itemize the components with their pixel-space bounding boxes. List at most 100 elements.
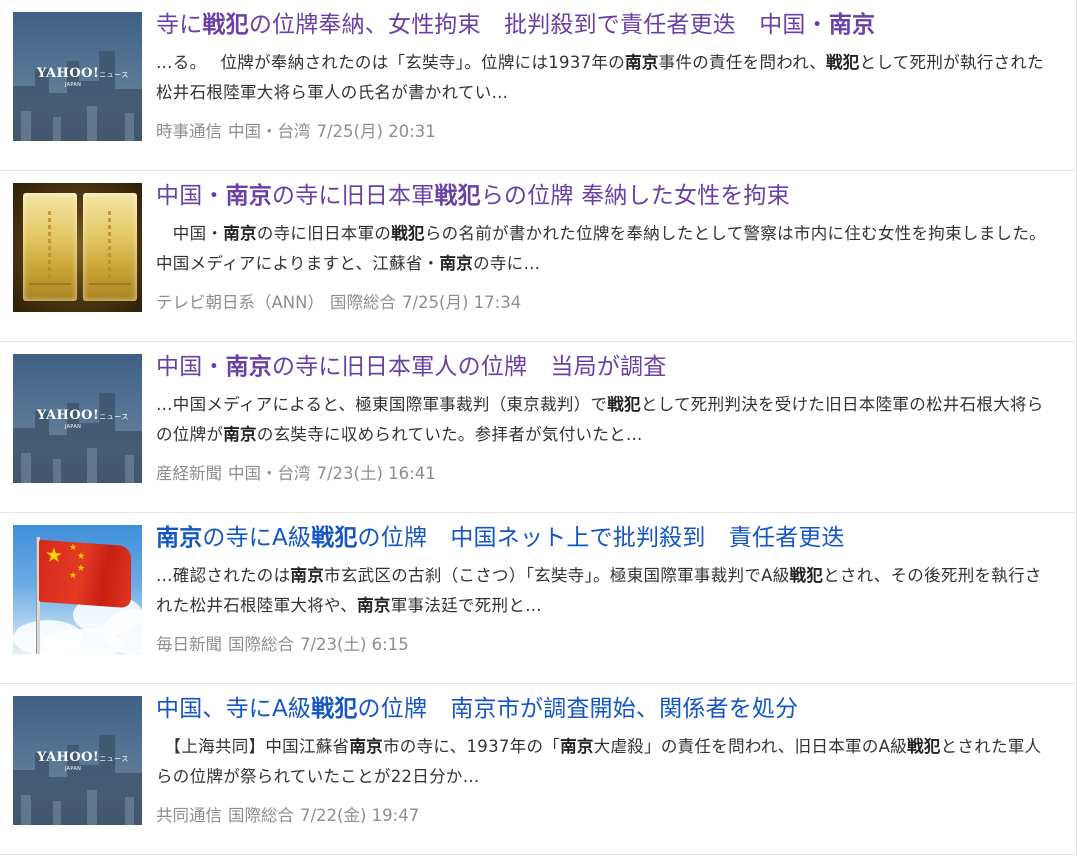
- flag-icon: ★ ★ ★ ★ ★: [39, 539, 131, 609]
- result-meta: テレビ朝日系（ANN） 国際総合 7/25(月) 17:34: [156, 291, 1056, 315]
- text-run: 市玄武区の古刹（こさつ）「玄奘寺」。極東国際軍事裁判でA級: [324, 566, 790, 585]
- memorial-tablet: [83, 193, 137, 301]
- text-run: の位牌 南京市が調査開始、関係者を処分: [357, 696, 799, 722]
- flag-star-icon: ★: [77, 551, 86, 563]
- memorial-tablets-photo: [13, 183, 142, 312]
- result-title-link[interactable]: 中国・南京の寺に旧日本軍戦犯らの位牌 奉納した女性を拘束: [156, 179, 1056, 215]
- result-meta: 共同通信 国際総合 7/22(金) 19:47: [156, 804, 1056, 828]
- flag-star-icon: ★: [69, 570, 78, 582]
- result-snippet: 【上海共同】中国江蘇省南京市の寺に、1937年の「南京大虐殺」の責任を問われ、旧…: [156, 732, 1056, 792]
- result-meta: 毎日新聞 国際総合 7/23(土) 6:15: [156, 633, 1056, 657]
- result-title-link[interactable]: 中国・南京の寺に旧日本軍人の位牌 当局が調査: [156, 350, 1056, 386]
- result-content: 中国、寺にA級戦犯の位牌 南京市が調査開始、関係者を処分 【上海共同】中国江蘇省…: [156, 692, 1056, 828]
- keyword-highlight: 南京: [223, 224, 257, 243]
- result-thumbnail[interactable]: [13, 183, 142, 312]
- chinese-flag-photo: ★ ★ ★ ★ ★: [13, 525, 142, 654]
- category-label[interactable]: 国際総合: [228, 806, 294, 825]
- result-content: 南京の寺にA級戦犯の位牌 中国ネット上で批判殺到 責任者更迭 …確認されたのは南京…: [156, 521, 1056, 657]
- text-run: 中国・: [156, 183, 226, 209]
- source-name[interactable]: 共同通信: [156, 806, 222, 825]
- flag-star-icon: ★: [77, 563, 86, 575]
- result-thumbnail[interactable]: YAHOO!ニュース JAPAN: [13, 696, 142, 825]
- result-title-link[interactable]: 中国、寺にA級戦犯の位牌 南京市が調査開始、関係者を処分: [156, 692, 1056, 728]
- keyword-highlight: 南京: [349, 737, 383, 756]
- publish-date: 7/25(月) 17:34: [401, 293, 522, 312]
- text-run: の玄奘寺に収められていた。参拝者が気付いたと…: [256, 425, 643, 444]
- keyword-highlight: 南京: [156, 525, 203, 551]
- keyword-highlight: 南京: [828, 12, 876, 38]
- publish-date: 7/23(土) 6:15: [300, 635, 409, 654]
- source-name[interactable]: テレビ朝日系（ANN）: [156, 293, 324, 312]
- yahoo-japan-sublabel: JAPAN: [65, 424, 82, 430]
- news-result-item: ★ ★ ★ ★ ★ 南京の寺にA級戦犯の位牌 中国ネット上で批判殺到 責任者更迭 …確認され…: [0, 513, 1076, 684]
- news-result-item: YAHOO!ニュース JAPAN 寺に戦犯の位牌奉納、女性拘束 批判殺到で責任者更迭…: [0, 0, 1076, 171]
- text-run: 中国・: [156, 224, 224, 243]
- publish-date: 7/22(金) 19:47: [300, 806, 420, 825]
- result-meta: 時事通信 中国・台湾 7/25(月) 20:31: [156, 120, 1056, 144]
- keyword-highlight: 南京: [357, 596, 391, 615]
- category-label[interactable]: 国際総合: [330, 293, 396, 312]
- text-run: の寺にA級: [202, 525, 312, 551]
- result-snippet: …る。 位牌が奉納されたのは「玄奘寺」。位牌には1937年の南京事件の責任を問わ…: [156, 48, 1056, 108]
- result-thumbnail[interactable]: ★ ★ ★ ★ ★: [13, 525, 142, 654]
- result-content: 中国・南京の寺に旧日本軍人の位牌 当局が調査 …中国メディアによると、極東国際軍事…: [156, 350, 1056, 486]
- keyword-highlight: 南京: [225, 183, 273, 209]
- news-result-item: YAHOO!ニュース JAPAN 中国・南京の寺に旧日本軍人の位牌 当局が調査 …中国…: [0, 342, 1076, 513]
- source-name[interactable]: 産経新聞: [156, 464, 222, 483]
- keyword-highlight: 戦犯: [311, 696, 358, 722]
- text-run: 事件の責任を問われ、: [658, 53, 826, 72]
- category-label[interactable]: 中国・台湾: [228, 122, 311, 141]
- result-thumbnail[interactable]: YAHOO!ニュース JAPAN: [13, 354, 142, 483]
- text-run: の寺に旧日本軍人の位牌 当局が調査: [272, 354, 667, 380]
- text-run: の位牌 中国ネット上で批判殺到 責任者更迭: [357, 525, 845, 551]
- keyword-highlight: 戦犯: [826, 53, 860, 72]
- flag-star-icon: ★: [45, 542, 63, 568]
- result-content: 中国・南京の寺に旧日本軍戦犯らの位牌 奉納した女性を拘束 中国・南京の寺に旧日本…: [156, 179, 1056, 315]
- text-run: らの位牌 奉納した女性を拘束: [480, 183, 790, 209]
- news-results-list: YAHOO!ニュース JAPAN 寺に戦犯の位牌奉納、女性拘束 批判殺到で責任者更迭…: [0, 0, 1077, 856]
- result-snippet: …確認されたのは南京 市玄武区の古刹（こさつ）「玄奘寺」。極東国際軍事裁判でA級戦…: [156, 561, 1056, 621]
- text-run: の寺に…: [473, 254, 541, 273]
- keyword-highlight: 南京: [223, 425, 257, 444]
- text-run: の寺に旧日本軍: [272, 183, 435, 209]
- text-run: 大虐殺」の責任を問われ、旧日本軍のA級: [593, 737, 908, 756]
- publish-date: 7/23(土) 16:41: [316, 464, 436, 483]
- source-name[interactable]: 毎日新聞: [156, 635, 222, 654]
- news-result-item: 中国・南京の寺に旧日本軍戦犯らの位牌 奉納した女性を拘束 中国・南京の寺に旧日本…: [0, 171, 1076, 342]
- keyword-highlight: 戦犯: [607, 395, 641, 414]
- keyword-highlight: 南京: [439, 254, 474, 273]
- text-run: …中国メディアによると、極東国際軍事裁判（東京裁判）で: [156, 395, 608, 414]
- text-run: 軍事法廷で死刑と…: [390, 596, 542, 615]
- result-thumbnail[interactable]: YAHOO!ニュース JAPAN: [13, 12, 142, 141]
- publish-date: 7/25(月) 20:31: [316, 122, 436, 141]
- keyword-highlight: 戦犯: [789, 566, 824, 585]
- yahoo-news-logo: YAHOO!ニュース: [37, 66, 129, 81]
- result-snippet: 中国・南京の寺に旧日本軍の戦犯らの名前が書かれた位牌を奉納したとして警察は市内に…: [156, 219, 1056, 279]
- yahoo-news-logo: YAHOO!ニュース: [37, 750, 129, 765]
- yahoo-news-logo: YAHOO!ニュース: [37, 408, 129, 423]
- memorial-tablet: [23, 193, 77, 301]
- result-content: 寺に戦犯の位牌奉納、女性拘束 批判殺到で責任者更迭 中国・南京 …る。 位牌が奉納…: [156, 8, 1056, 144]
- text-run: の寺に旧日本軍の: [256, 224, 392, 243]
- yahoo-news-thumbnail: YAHOO!ニュース JAPAN: [13, 354, 142, 483]
- text-run: の位牌奉納、女性拘束 批判殺到で責任者更迭 中国・: [248, 12, 829, 38]
- text-run: 市の寺に、1937年の「: [382, 737, 561, 756]
- keyword-highlight: 南京: [625, 53, 659, 72]
- flag-star-icon: ★: [69, 542, 78, 554]
- keyword-highlight: 南京: [225, 354, 273, 380]
- result-title-link[interactable]: 南京の寺にA級戦犯の位牌 中国ネット上で批判殺到 責任者更迭: [156, 521, 1056, 557]
- news-result-item: YAHOO!ニュース JAPAN 中国、寺にA級戦犯の位牌 南京市が調査開始、関係者…: [0, 684, 1076, 855]
- keyword-highlight: 戦犯: [202, 12, 249, 38]
- yahoo-japan-sublabel: JAPAN: [65, 82, 82, 88]
- keyword-highlight: 戦犯: [391, 224, 425, 243]
- category-label[interactable]: 中国・台湾: [228, 464, 311, 483]
- yahoo-japan-sublabel: JAPAN: [65, 766, 82, 772]
- result-meta: 産経新聞 中国・台湾 7/23(土) 16:41: [156, 462, 1056, 486]
- category-label[interactable]: 国際総合: [228, 635, 294, 654]
- result-title-link[interactable]: 寺に戦犯の位牌奉納、女性拘束 批判殺到で責任者更迭 中国・南京: [156, 8, 1056, 44]
- text-run: …確認されたのは: [156, 566, 291, 585]
- source-name[interactable]: 時事通信: [156, 122, 222, 141]
- text-run: 寺に: [156, 12, 203, 38]
- keyword-highlight: 戦犯: [311, 525, 358, 551]
- keyword-highlight: 南京: [560, 737, 594, 756]
